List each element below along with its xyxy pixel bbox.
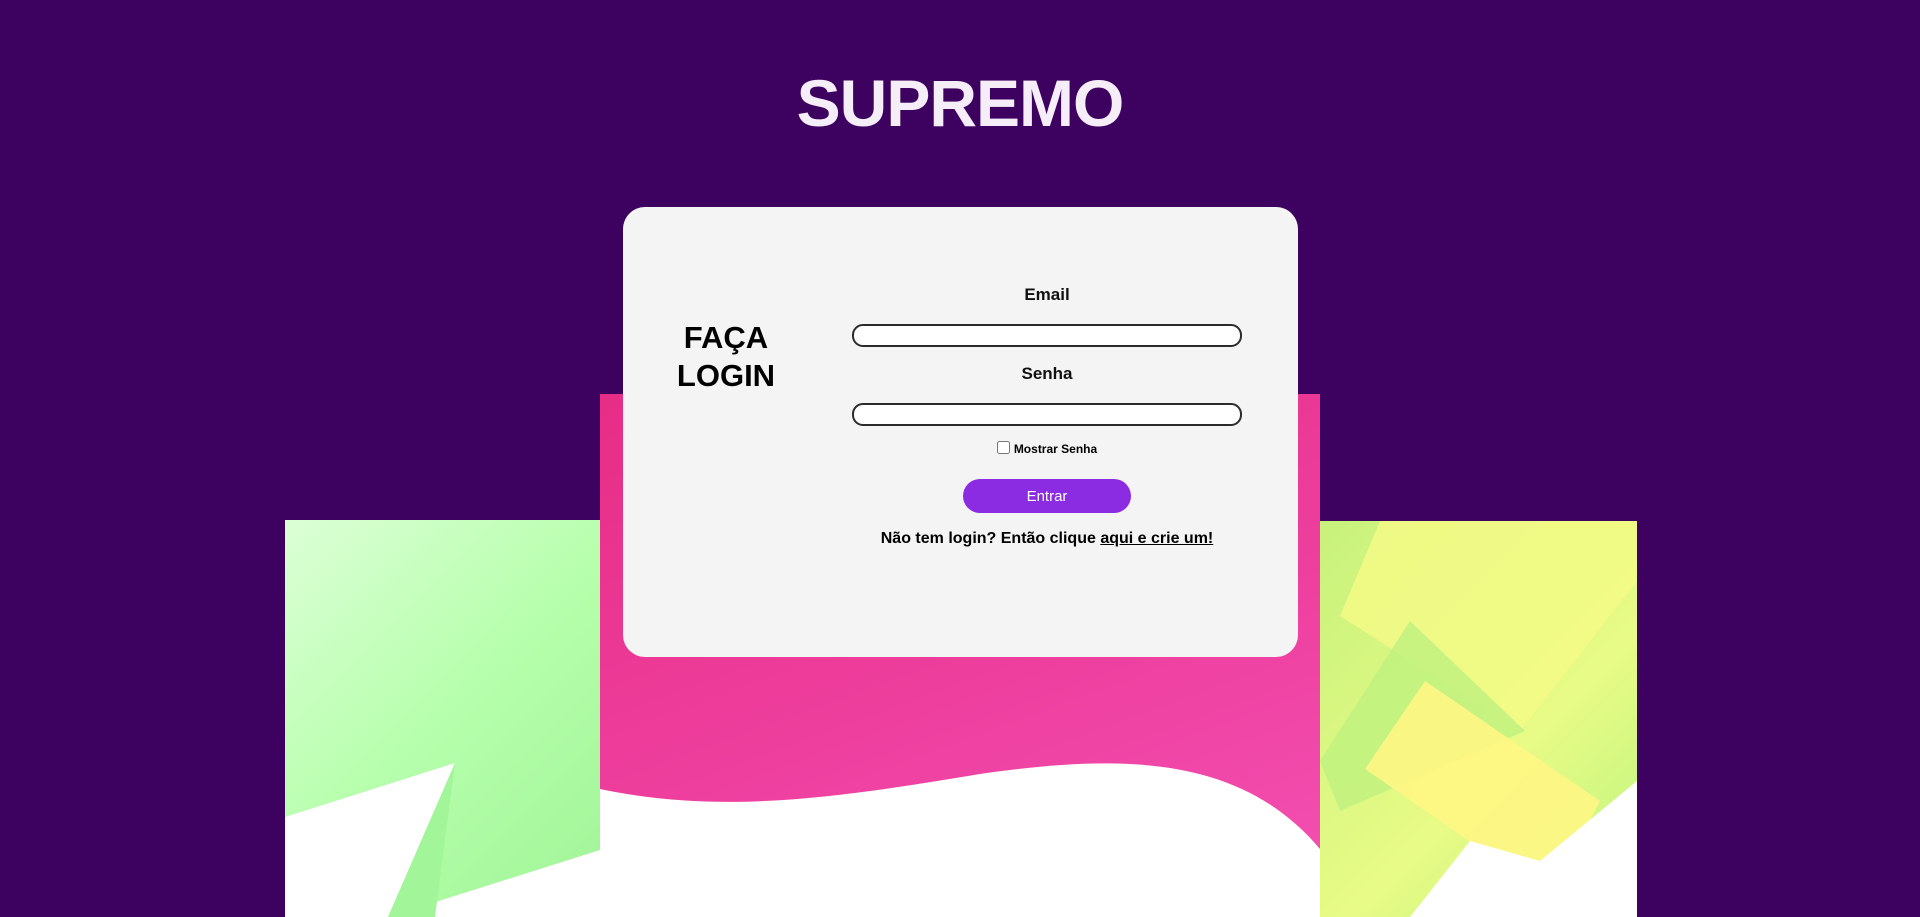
signup-link[interactable]: aqui e crie um! [1100,530,1213,547]
email-field[interactable] [852,324,1242,347]
password-label: Senha [1021,364,1073,383]
login-button[interactable]: Entrar [963,479,1131,513]
signup-prompt-text: Não tem login? Então clique [880,530,1101,547]
green-decorative-panel [285,520,600,917]
show-password-label: Mostrar Senha [1013,442,1098,456]
signup-prompt: Não tem login? Então clique aqui e crie … [832,530,1262,548]
password-field[interactable] [852,403,1242,426]
login-heading-line2: LOGIN [676,358,776,393]
login-page: SUPREMO FAÇA LOGIN Email Senha Mostrar S… [0,0,1920,917]
show-password-checkbox[interactable] [996,441,1010,454]
login-card: FAÇA LOGIN Email Senha Mostrar Senha Ent… [623,207,1298,657]
yellow-decorative-panel [1320,521,1637,917]
brand-title: SUPREMO [796,66,1125,140]
login-heading: FAÇA LOGIN [661,319,791,395]
show-password-row: Mostrar Senha [852,441,1242,456]
login-heading-line1: FAÇA [683,320,769,355]
login-form: Email Senha Mostrar Senha Entrar Não tem… [852,207,1242,657]
email-label: Email [1024,285,1070,304]
